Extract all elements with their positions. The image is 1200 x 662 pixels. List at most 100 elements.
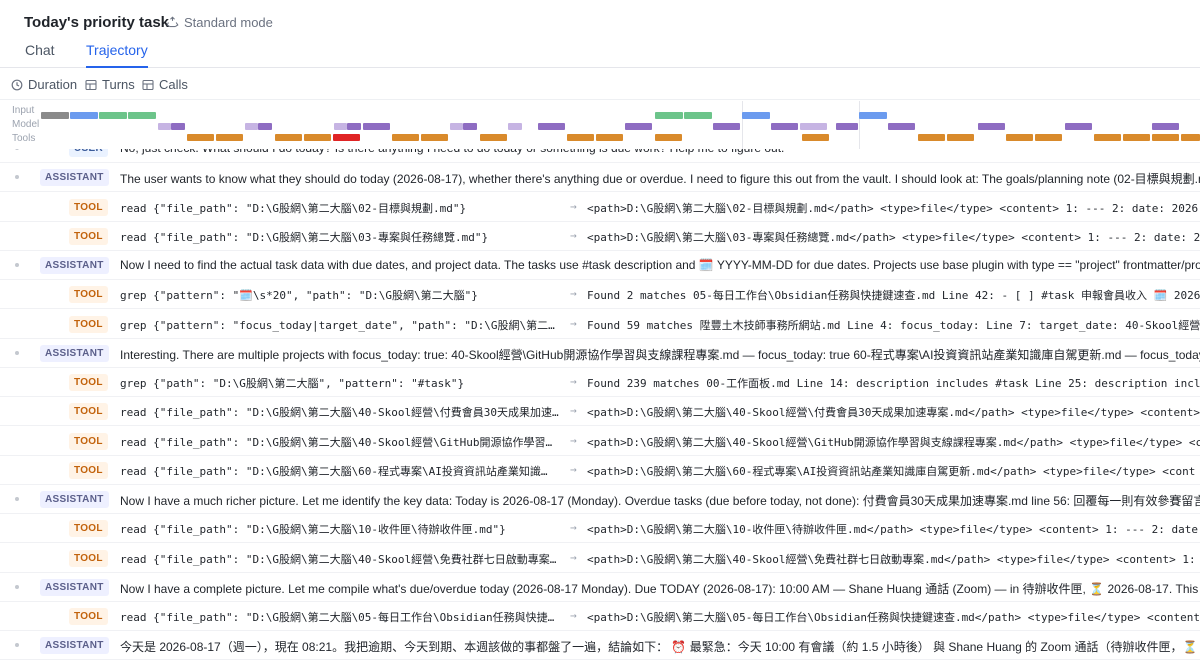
- assistant-row[interactable]: ASSISTANT 今天是 2026-08-17（週一），現在 08:21。我把逾…: [0, 631, 1200, 661]
- mode-selector[interactable]: Standard mode: [166, 15, 273, 30]
- timeline-segment[interactable]: [421, 134, 448, 141]
- assistant-row[interactable]: ASSISTANT Now I have a much richer pictur…: [0, 485, 1200, 514]
- tool-badge: TOOL: [69, 198, 108, 216]
- timeline-segment[interactable]: [334, 123, 347, 130]
- tab-trajectory[interactable]: Trajectory: [86, 42, 148, 68]
- assistant-badge: ASSISTANT: [40, 491, 109, 508]
- timeline-segment[interactable]: [245, 123, 258, 130]
- timeline-segment[interactable]: [463, 123, 477, 130]
- tool-row[interactable]: TOOL read {"file_path": "D:\G股網\第二大腦\40-S…: [0, 544, 1200, 573]
- timeline-segment[interactable]: [1152, 123, 1179, 130]
- duration-button[interactable]: Duration: [11, 77, 77, 92]
- tool-badge: TOOL: [69, 374, 108, 391]
- timeline-segment[interactable]: [128, 112, 156, 119]
- timeline-segment[interactable]: [171, 123, 185, 130]
- timeline-segment[interactable]: [859, 112, 887, 119]
- timeline-segment[interactable]: [684, 112, 712, 119]
- timeline-segment[interactable]: [1006, 134, 1033, 141]
- timeline-segment[interactable]: [1094, 134, 1121, 141]
- tool-row[interactable]: TOOL read {"file_path": "D:\G股網\第二大腦\05-每…: [0, 602, 1200, 631]
- timeline-segment[interactable]: [158, 123, 171, 130]
- timeline-segment[interactable]: [947, 134, 974, 141]
- tool-result: <path>D:\G股網\第二大腦\60-程式專案\AI投資資訊站產業知識庫自駕…: [587, 464, 1196, 478]
- tab-chat[interactable]: Chat: [25, 42, 55, 68]
- timeline-divider: [742, 101, 743, 149]
- timeline-segment[interactable]: [1181, 134, 1200, 141]
- timeline-segment[interactable]: [480, 134, 507, 141]
- tool-row[interactable]: TOOL grep {"path": "D:\G股網\第二大腦", "patter…: [0, 368, 1200, 397]
- calls-button[interactable]: Calls: [142, 77, 188, 92]
- timeline-segment[interactable]: [655, 112, 683, 119]
- timeline-segment[interactable]: [187, 134, 214, 141]
- arrow-right-icon: →: [570, 228, 577, 242]
- tool-call: grep {"pattern": "focus_today|target_dat…: [120, 318, 560, 332]
- table-icon: [142, 79, 154, 90]
- tool-result: <path>D:\G股網\第二大腦\05-每日工作台\Obsidian任務與快捷…: [587, 611, 1200, 624]
- timeline-segment[interactable]: [41, 112, 69, 119]
- tool-badge: TOOL: [69, 315, 108, 333]
- timeline-segment[interactable]: [70, 112, 98, 119]
- arrow-right-icon: →: [570, 375, 577, 388]
- timeline-segment[interactable]: [333, 134, 360, 141]
- timeline-segment[interactable]: [1152, 134, 1179, 141]
- user-row[interactable]: USER No, just check. What should I do tod…: [0, 149, 1200, 163]
- timeline-segment[interactable]: [392, 134, 419, 141]
- timeline-segment[interactable]: [655, 134, 682, 141]
- timeline-segment[interactable]: [538, 123, 565, 130]
- user-badge: USER: [69, 149, 108, 157]
- tool-result: <path>D:\G股網\第二大腦\03-專案與任務總覽.md</path> <…: [587, 230, 1200, 244]
- assistant-row[interactable]: ASSISTANT The user wants to know what the…: [0, 163, 1200, 193]
- assistant-row[interactable]: ASSISTANT Now I have a complete picture. …: [0, 573, 1200, 602]
- turn-dot: [15, 643, 19, 648]
- timeline-segment[interactable]: [275, 134, 302, 141]
- assistant-row[interactable]: ASSISTANT Now I need to find the actual t…: [0, 251, 1200, 280]
- timeline-segment[interactable]: [1065, 123, 1092, 130]
- timeline-segment[interactable]: [802, 134, 829, 141]
- tool-row[interactable]: TOOL read {"file_path": "D:\G股網\第二大腦\40-S…: [0, 397, 1200, 427]
- assistant-badge: ASSISTANT: [40, 169, 109, 187]
- timeline-segment[interactable]: [508, 123, 522, 130]
- timeline-label-input: Input: [12, 105, 35, 116]
- timeline-segment[interactable]: [567, 134, 594, 141]
- timeline-segment[interactable]: [713, 123, 740, 130]
- assistant-row[interactable]: ASSISTANT Interesting. There are multiple…: [0, 339, 1200, 368]
- timeline-segment[interactable]: [888, 123, 915, 130]
- trajectory-timeline[interactable]: Input Model Tools: [0, 101, 1200, 149]
- timeline-segment[interactable]: [596, 134, 623, 141]
- timeline-segment[interactable]: [918, 134, 945, 141]
- tool-badge: TOOL: [69, 549, 108, 567]
- turns-button[interactable]: Turns: [85, 77, 135, 92]
- timeline-segment[interactable]: [800, 123, 827, 130]
- tool-result: <path>D:\G股網\第二大腦\40-Skool經營\付費會員30天成果加速…: [587, 406, 1200, 420]
- tool-row[interactable]: TOOL read {"file_path": "D:\G股網\第二大腦\10-收…: [0, 514, 1200, 544]
- tool-row[interactable]: TOOL read {"file_path": "D:\G股網\第二大腦\02-目…: [0, 193, 1200, 222]
- timeline-segment[interactable]: [625, 123, 652, 130]
- tool-badge: TOOL: [69, 461, 108, 479]
- tool-row[interactable]: TOOL grep {"pattern": "🗓️\s*20", "path": …: [0, 280, 1200, 310]
- timeline-segment[interactable]: [99, 112, 127, 119]
- tool-call: read {"file_path": "D:\G股網\第二大腦\05-每日工作台…: [120, 611, 555, 624]
- arrow-right-icon: →: [570, 287, 577, 301]
- timeline-segment[interactable]: [258, 123, 272, 130]
- tool-row[interactable]: TOOL read {"file_path": "D:\G股網\第二大腦\60-程…: [0, 456, 1200, 485]
- tool-row[interactable]: TOOL read {"file_path": "D:\G股網\第二大腦\40-S…: [0, 427, 1200, 456]
- tool-row[interactable]: TOOL grep {"pattern": "focus_today|target…: [0, 310, 1200, 339]
- timeline-segment[interactable]: [450, 123, 463, 130]
- timeline-segment[interactable]: [836, 123, 858, 130]
- timeline-segment[interactable]: [347, 123, 361, 130]
- timeline-segment[interactable]: [363, 123, 390, 130]
- toolbar: Duration Turns Calls: [0, 68, 1200, 100]
- arrow-right-icon: →: [570, 550, 577, 564]
- assistant-badge: ASSISTANT: [40, 257, 109, 274]
- timeline-segment[interactable]: [304, 134, 331, 141]
- timeline-segment[interactable]: [1035, 134, 1062, 141]
- timeline-segment[interactable]: [742, 112, 770, 119]
- timeline-segment[interactable]: [216, 134, 243, 141]
- tool-badge: TOOL: [69, 432, 108, 450]
- timeline-segment[interactable]: [771, 123, 798, 130]
- timeline-segment[interactable]: [978, 123, 1005, 130]
- turn-dot: [15, 497, 19, 501]
- turn-dot: [15, 263, 19, 267]
- tool-row[interactable]: TOOL read {"file_path": "D:\G股網\第二大腦\03-專…: [0, 222, 1200, 251]
- timeline-segment[interactable]: [1123, 134, 1150, 141]
